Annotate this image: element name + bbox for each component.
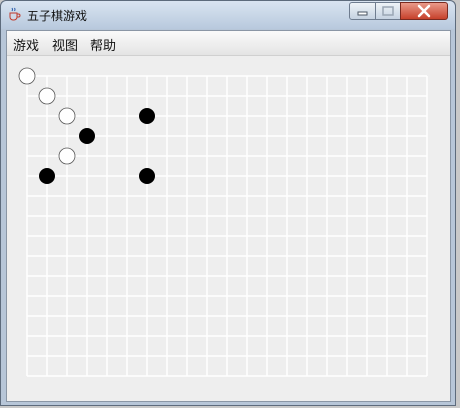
maximize-icon [382,6,394,16]
minimize-button[interactable] [349,2,376,20]
client-area: 游戏 视图 帮助 [6,30,451,402]
black-stone [79,128,95,144]
app-window: 五子棋游戏 游戏 视图 帮助 [0,0,456,406]
maximize-button[interactable] [375,2,401,20]
game-board[interactable] [7,31,450,401]
title-bar[interactable]: 五子棋游戏 [1,1,455,29]
white-stone [18,67,36,85]
board-grid [26,75,428,377]
close-icon [417,4,431,18]
black-stone [139,168,155,184]
close-button[interactable] [400,2,448,20]
white-stone [58,147,76,165]
minimize-icon [357,11,368,16]
white-stone [58,107,76,125]
black-stone [139,108,155,124]
white-stone [38,87,56,105]
java-cup-icon [9,7,21,21]
black-stone [39,168,55,184]
window-title: 五子棋游戏 [27,9,88,23]
